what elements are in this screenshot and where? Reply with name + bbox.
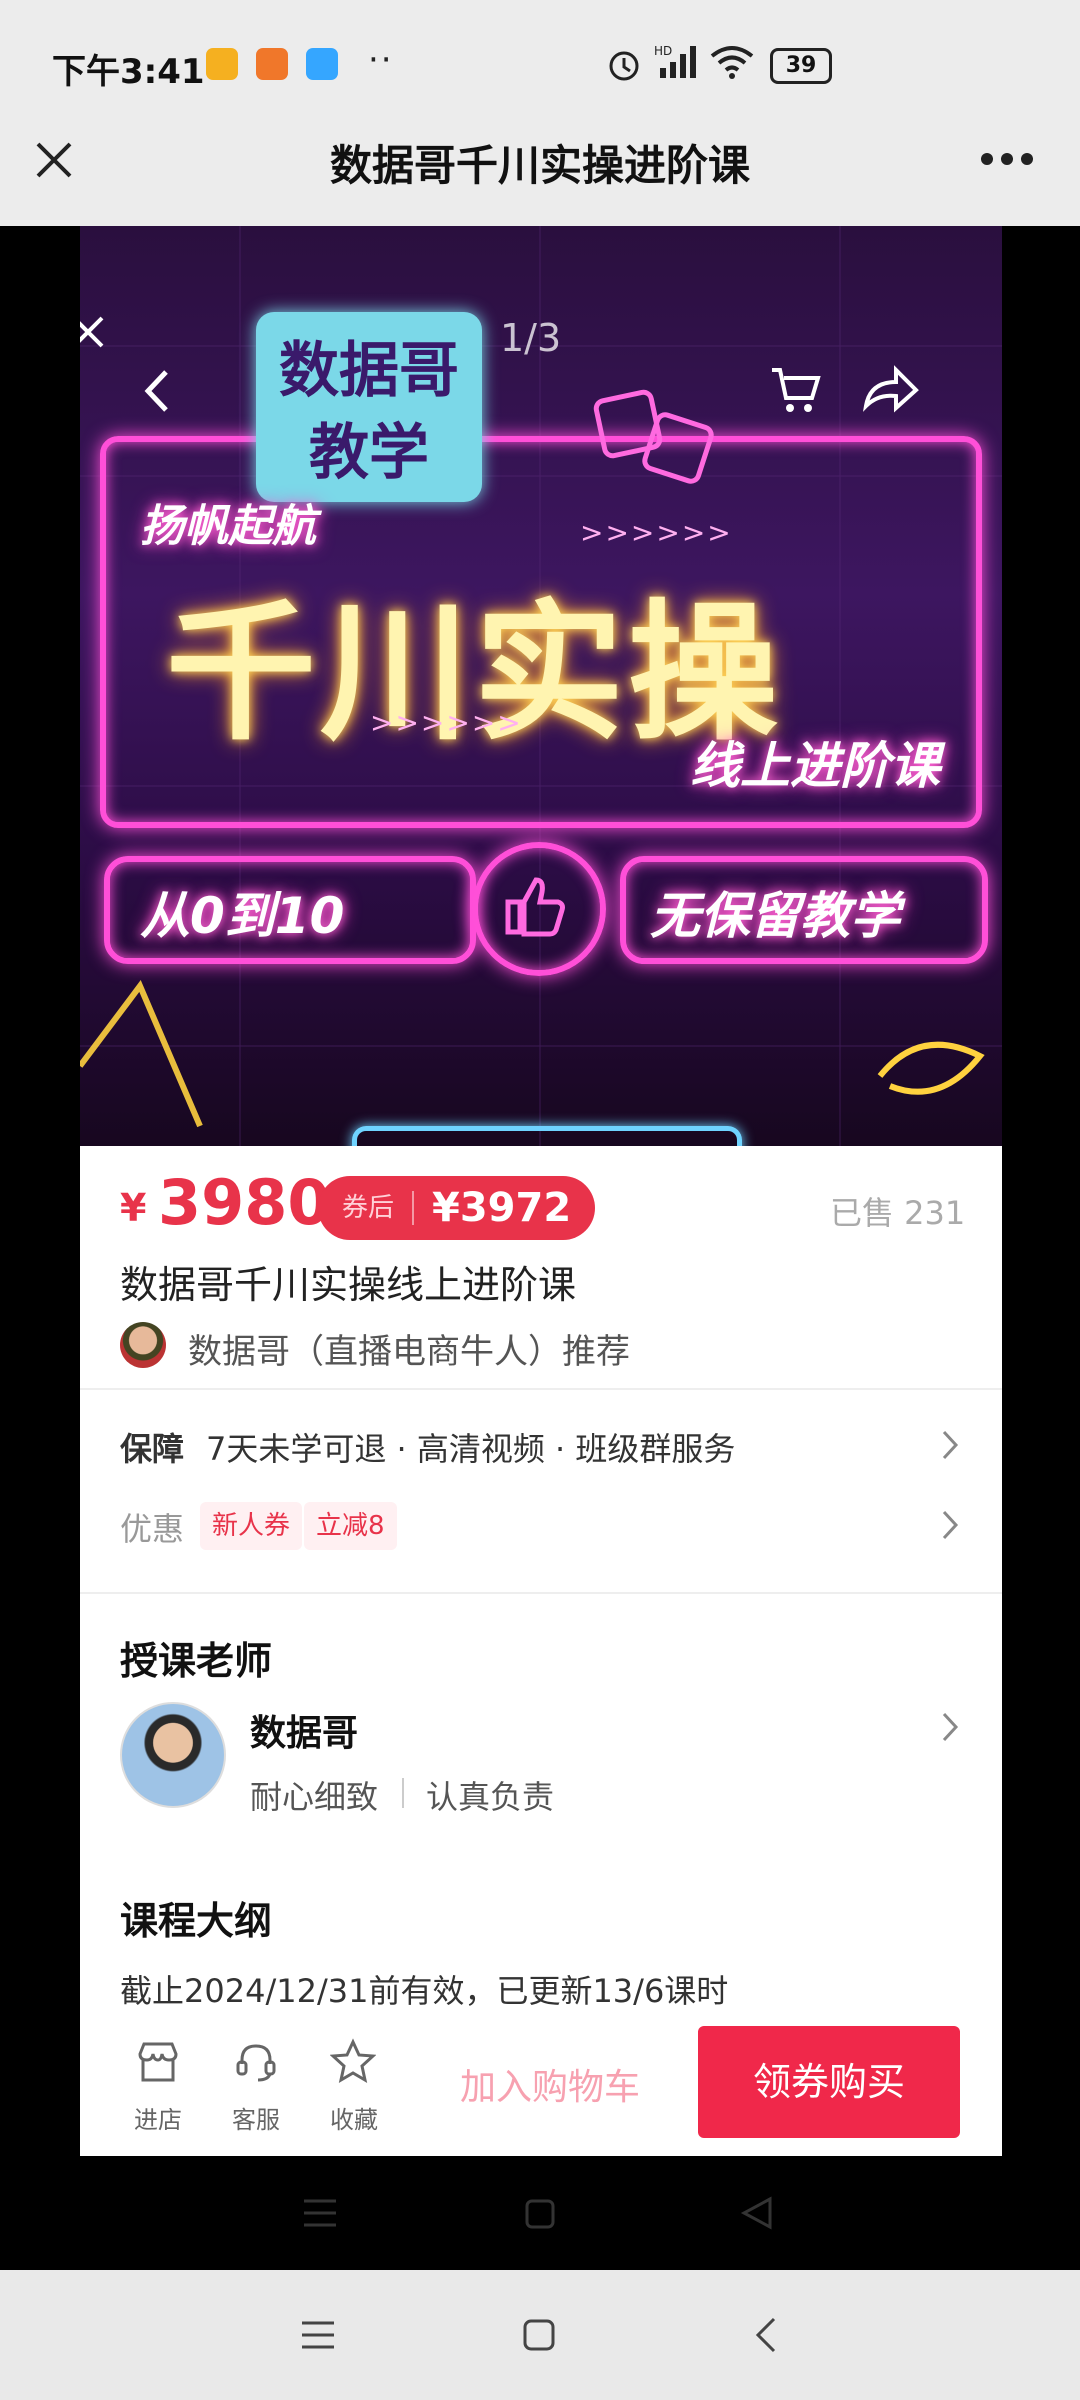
- chevron-right-icon[interactable]: [940, 1428, 960, 1462]
- chevron-right-icon[interactable]: [940, 1710, 960, 1744]
- customer-service-icon[interactable]: [234, 2040, 278, 2084]
- banner-right-pill-text: 无保留教学: [650, 887, 900, 945]
- coupon-label: 券后: [318, 1191, 415, 1225]
- banner-slogan: 扬帆起航: [140, 501, 316, 552]
- favorite-label[interactable]: 收藏: [314, 2100, 394, 2135]
- more-notifications-icon: ··: [368, 40, 394, 80]
- menu-icon[interactable]: [302, 2198, 338, 2228]
- product-banner[interactable]: 数据哥 教学 1/3 扬帆起航 >>>>>> 千川实操 >>>>>> 线上进阶课…: [80, 226, 1002, 1146]
- back-icon[interactable]: [140, 366, 174, 416]
- notification-icon-yellow: [206, 48, 238, 80]
- notification-icon-orange: [256, 48, 288, 80]
- wifi-icon: [710, 46, 754, 79]
- outline-section-title: 课程大纲: [120, 1899, 273, 1943]
- banner-subtitle: 线上进阶课: [690, 737, 940, 795]
- dice-icon: [593, 389, 714, 484]
- banner-arrows-top: >>>>>>: [580, 516, 733, 549]
- add-to-cart-button[interactable]: 加入购物车: [460, 2058, 640, 2110]
- banner-arrows-bottom: >>>>>>: [370, 706, 523, 739]
- chevron-right-icon[interactable]: [940, 1508, 960, 1542]
- more-icon[interactable]: [980, 152, 1034, 166]
- discount-tag[interactable]: 立减8: [304, 1502, 397, 1550]
- back-triangle-icon[interactable]: [740, 2196, 774, 2230]
- banner-left-pill-text: 从0到10: [140, 887, 345, 945]
- divider: [80, 1388, 1002, 1390]
- notification-icon-blue: [306, 48, 338, 80]
- battery-indicator: 39: [770, 48, 832, 84]
- guarantee-label: 保障: [120, 1430, 185, 1468]
- store-label[interactable]: 进店: [118, 2100, 198, 2135]
- badge-line1: 数据哥: [279, 336, 459, 406]
- home-icon[interactable]: [524, 2198, 556, 2230]
- teacher-section-title: 授课老师: [120, 1639, 273, 1683]
- share-icon[interactable]: [860, 362, 920, 418]
- alarm-icon: [609, 51, 639, 81]
- price-currency: ¥: [120, 1186, 147, 1230]
- signal-icon: HD: [654, 44, 696, 78]
- guarantee-text[interactable]: 7天未学可退 · 高清视频 · 班级群服务: [206, 1424, 735, 1470]
- svg-text:HD: HD: [654, 44, 672, 58]
- coupon-buy-button[interactable]: 领券购买: [698, 2026, 960, 2138]
- menu-icon[interactable]: [300, 2320, 336, 2350]
- home-icon[interactable]: [522, 2318, 556, 2352]
- outline-text: 截止2024/12/31前有效，已更新13/6课时: [120, 1972, 729, 2010]
- back-chevron-icon[interactable]: [752, 2316, 778, 2354]
- banner-bottom-neon: [352, 1126, 742, 1146]
- price-amount: 3980: [158, 1166, 331, 1239]
- discount-label: 优惠: [120, 1510, 185, 1548]
- sold-count: 已售 231: [830, 1194, 966, 1232]
- recommender-avatar: [120, 1322, 166, 1368]
- page-title: 数据哥千川实操进阶课: [329, 141, 750, 190]
- badge-line2: 教学: [309, 418, 429, 488]
- tag-separator: [402, 1778, 404, 1808]
- coupon-price: ¥3972: [432, 1185, 572, 1231]
- banner-close-icon[interactable]: [80, 312, 108, 352]
- page-indicator: 1/3: [500, 316, 562, 360]
- teacher-tag-1: 耐心细致: [250, 1778, 379, 1816]
- product-title: 数据哥千川实操线上进阶课: [120, 1263, 577, 1307]
- store-icon[interactable]: [136, 2040, 180, 2084]
- teacher-name[interactable]: 数据哥: [250, 1704, 358, 1756]
- teacher-tag-2: 认真负责: [426, 1778, 555, 1816]
- new-user-coupon-tag[interactable]: 新人券: [200, 1502, 303, 1550]
- cart-icon[interactable]: [768, 362, 824, 418]
- teacher-avatar[interactable]: [120, 1702, 226, 1808]
- favorite-star-icon[interactable]: [330, 2038, 376, 2084]
- service-label[interactable]: 客服: [216, 2100, 296, 2135]
- recommender-text[interactable]: 数据哥（直播电商牛人）推荐: [188, 1324, 630, 1373]
- status-time: 下午3:41: [52, 52, 205, 92]
- thumbs-up-icon: [505, 877, 565, 937]
- coupon-price-badge[interactable]: 券后 ¥3972: [318, 1176, 596, 1240]
- section-gap: [80, 1592, 1002, 1594]
